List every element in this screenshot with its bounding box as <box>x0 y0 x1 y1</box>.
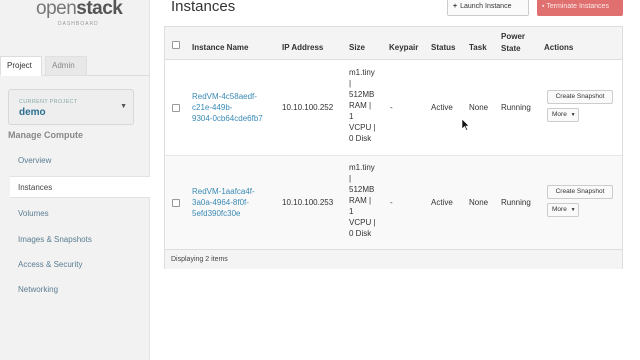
current-project-label: CURRENT PROJECT <box>19 99 78 105</box>
launch-instance-button[interactable]: + Launch Instance <box>447 0 529 16</box>
terminate-instances-label: Terminate Instances <box>546 3 609 10</box>
keypair: - <box>390 198 393 207</box>
sidebar: openstack DASHBOARD Project Admin CURREN… <box>0 0 150 360</box>
openstack-logo[interactable]: openstack DASHBOARD <box>0 0 150 36</box>
instances-table: Instance Name IP Address Size Keypair St… <box>164 26 623 269</box>
mouse-cursor-icon <box>462 119 470 131</box>
instance-name-link[interactable]: RedVM-1aafca4f- 3a0a-4964-8f0f- 5efd390f… <box>192 186 255 219</box>
task-text: None <box>469 198 489 207</box>
create-snapshot-button[interactable]: Create Snapshot <box>547 185 613 199</box>
column-ip-address[interactable]: IP Address <box>282 43 323 52</box>
terminate-instances-button[interactable]: ▪ Terminate Instances <box>537 0 623 16</box>
table-row: RedVM-4c58aedf- c21e-449b- 9304-0cb64cde… <box>165 61 622 156</box>
power-state-line-2: State <box>501 44 521 53</box>
instance-name-line: c21e-449b- <box>192 103 233 112</box>
page-title: Instances <box>171 0 236 15</box>
launch-instance-label: Launch Instance <box>460 3 512 10</box>
logo-wordmark: openstack <box>36 0 123 19</box>
chevron-down-icon: ▼ <box>570 207 576 213</box>
size-line: RAM | <box>349 101 372 110</box>
plus-icon: + <box>453 3 458 10</box>
column-instance-name[interactable]: Instance Name <box>192 43 248 52</box>
instance-name-link[interactable]: RedVM-4c58aedf- c21e-449b- 9304-0cb64cde… <box>192 91 263 124</box>
row-checkbox[interactable] <box>172 199 180 207</box>
instance-size: m1.tiny | 512MB RAM | 1 VCPU | 0 Disk <box>349 67 376 144</box>
size-line: | <box>349 174 352 183</box>
size-line: RAM | <box>349 196 372 205</box>
status-text: Active <box>431 103 453 112</box>
sidebar-item-volumes[interactable]: Volumes <box>10 203 150 225</box>
section-title-manage-compute: Manage Compute <box>8 130 84 140</box>
sidebar-item-images-snapshots[interactable]: Images & Snapshots <box>10 229 150 251</box>
instance-name-line: 3a0a-4964-8f0f- <box>192 198 249 207</box>
column-size[interactable]: Size <box>349 43 365 52</box>
sidebar-item-instances[interactable]: Instances <box>10 176 150 198</box>
project-switcher[interactable]: CURRENT PROJECT demo ▼ <box>8 89 134 125</box>
more-actions-button[interactable]: More ▼ <box>547 203 579 217</box>
table-header: Instance Name IP Address Size Keypair St… <box>165 27 622 60</box>
row-checkbox[interactable] <box>172 104 180 112</box>
task-text: None <box>469 103 489 112</box>
caret-down-icon: ▼ <box>120 103 127 110</box>
power-state-text: Running <box>501 103 531 112</box>
ip-address: 10.10.100.253 <box>282 198 334 207</box>
tab-admin[interactable]: Admin <box>45 56 87 76</box>
power-state-line-1: Power <box>501 32 526 41</box>
column-power-state[interactable]: Power State <box>501 31 525 55</box>
power-state-text: Running <box>501 198 531 207</box>
more-actions-label: More <box>552 206 567 213</box>
column-actions: Actions <box>544 43 574 52</box>
size-line: VCPU | <box>349 218 376 227</box>
size-line: 512MB <box>349 90 375 99</box>
tab-project[interactable]: Project <box>0 56 42 76</box>
sidebar-item-overview[interactable]: Overview <box>10 150 150 172</box>
dashboard-tabs: Project Admin <box>0 56 150 76</box>
more-actions-button[interactable]: More ▼ <box>547 108 579 122</box>
size-line: m1.tiny <box>349 163 375 172</box>
table-footer: Displaying 2 items <box>165 249 622 269</box>
size-line: 0 Disk <box>349 229 372 238</box>
instance-name-line: 9304-0cb64cde6fb7 <box>192 114 263 123</box>
select-all-checkbox[interactable] <box>172 41 180 49</box>
logo-subtitle: DASHBOARD <box>58 21 99 27</box>
column-status[interactable]: Status <box>431 43 455 52</box>
size-line: 1 <box>349 112 354 121</box>
size-line: 1 <box>349 207 354 216</box>
instance-name-line: RedVM-4c58aedf- <box>192 92 257 101</box>
instance-name-line: 5efd390fc30e <box>192 209 241 218</box>
column-keypair[interactable]: Keypair <box>389 43 418 52</box>
size-line: | <box>349 79 352 88</box>
size-line: 0 Disk <box>349 134 372 143</box>
main-content: Instances + Launch Instance ▪ Terminate I… <box>150 0 640 360</box>
column-task[interactable]: Task <box>469 43 487 52</box>
more-actions-label: More <box>552 111 567 118</box>
size-line: 512MB <box>349 185 375 194</box>
instance-name-line: RedVM-1aafca4f- <box>192 187 255 196</box>
ip-address: 10.10.100.252 <box>282 103 334 112</box>
keypair: - <box>390 103 393 112</box>
instance-size: m1.tiny | 512MB RAM | 1 VCPU | 0 Disk <box>349 162 376 239</box>
create-snapshot-button[interactable]: Create Snapshot <box>547 90 613 104</box>
sidebar-item-networking[interactable]: Networking <box>10 279 150 301</box>
status-text: Active <box>431 198 453 207</box>
chevron-down-icon: ▼ <box>570 112 576 118</box>
table-row: RedVM-1aafca4f- 3a0a-4964-8f0f- 5efd390f… <box>165 156 622 251</box>
size-line: m1.tiny <box>349 68 375 77</box>
current-project-name: demo <box>19 107 46 118</box>
size-line: VCPU | <box>349 123 376 132</box>
sidebar-item-access-security[interactable]: Access & Security <box>10 254 150 276</box>
